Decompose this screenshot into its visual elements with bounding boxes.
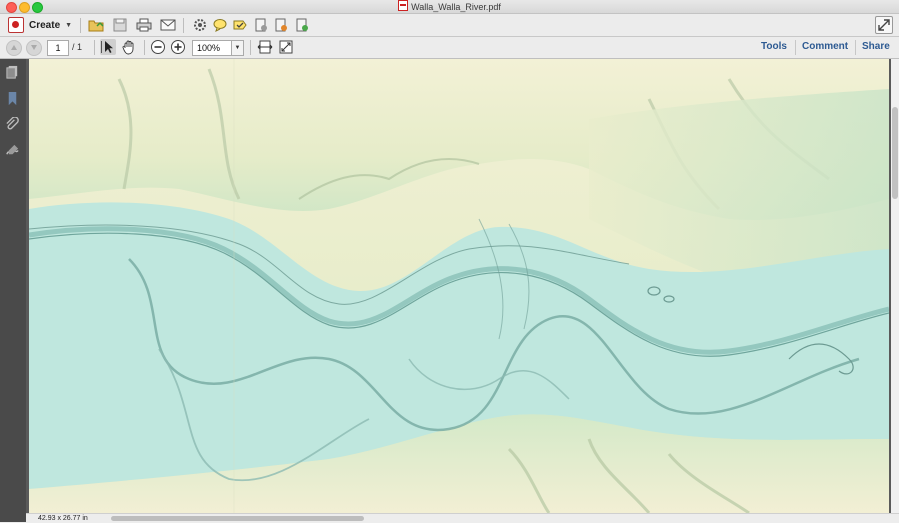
page-thumbnails-icon[interactable]	[5, 65, 20, 80]
toolbar-divider	[144, 40, 145, 55]
horizontal-scroll-thumb[interactable]	[111, 516, 364, 521]
bookmarks-icon[interactable]	[5, 91, 20, 106]
tab-divider	[855, 40, 856, 55]
navigation-pane	[0, 59, 26, 522]
zoom-out-icon[interactable]	[150, 39, 166, 55]
stamp-icon[interactable]	[253, 17, 269, 33]
previous-page-button[interactable]	[6, 40, 22, 56]
window-title-text: Walla_Walla_River.pdf	[411, 2, 501, 12]
share-file-icon[interactable]	[294, 17, 310, 33]
chevron-down-icon: ▼	[65, 21, 73, 29]
comment-tab[interactable]: Comment	[802, 41, 848, 52]
toolbar-divider	[80, 18, 81, 33]
hand-tool-icon[interactable]	[121, 39, 137, 55]
vertical-scroll-thumb[interactable]	[892, 107, 898, 199]
document-viewport[interactable]	[26, 59, 891, 513]
map-page	[29, 59, 889, 513]
open-folder-icon[interactable]	[88, 17, 104, 33]
gear-icon[interactable]	[192, 17, 208, 33]
toolbar-divider	[183, 18, 184, 33]
signatures-icon[interactable]	[5, 143, 20, 158]
next-page-button[interactable]	[26, 40, 42, 56]
create-pdf-icon	[8, 17, 24, 33]
main-toolbar: Create ▼	[0, 14, 899, 37]
title-bar: Walla_Walla_River.pdf	[0, 0, 899, 14]
zoom-level-input[interactable]: 100%	[192, 40, 232, 56]
toolbar-divider	[250, 40, 251, 55]
fit-width-icon[interactable]	[257, 39, 273, 55]
page-number-input[interactable]: 1	[47, 40, 69, 56]
tools-tab[interactable]: Tools	[761, 41, 787, 52]
zoom-dropdown-button[interactable]: ▼	[231, 40, 244, 56]
fit-page-icon[interactable]	[278, 39, 294, 55]
expand-icon	[878, 19, 890, 31]
window-title: Walla_Walla_River.pdf	[0, 0, 899, 13]
export-icon[interactable]	[273, 17, 289, 33]
sign-icon[interactable]	[232, 17, 248, 33]
tab-divider	[795, 40, 796, 55]
pdf-file-icon	[398, 0, 409, 11]
chevron-down-icon: ▼	[234, 45, 241, 51]
vertical-scrollbar[interactable]	[891, 59, 899, 513]
comment-icon[interactable]	[212, 17, 228, 33]
select-tool-icon[interactable]	[100, 39, 116, 55]
page-total: / 1	[72, 42, 83, 52]
email-icon[interactable]	[160, 17, 176, 33]
print-icon[interactable]	[136, 17, 152, 33]
attachments-icon[interactable]	[5, 116, 20, 132]
toolbar-divider	[94, 40, 95, 55]
create-button[interactable]: Create ▼	[8, 17, 72, 33]
fullscreen-button[interactable]	[875, 16, 893, 34]
share-tab[interactable]: Share	[862, 41, 890, 52]
navigation-toolbar: 1 / 1 100% ▼ Tools Comment Share	[0, 37, 899, 59]
zoom-in-icon[interactable]	[170, 39, 186, 55]
save-icon[interactable]	[112, 17, 128, 33]
create-label: Create	[29, 19, 61, 31]
